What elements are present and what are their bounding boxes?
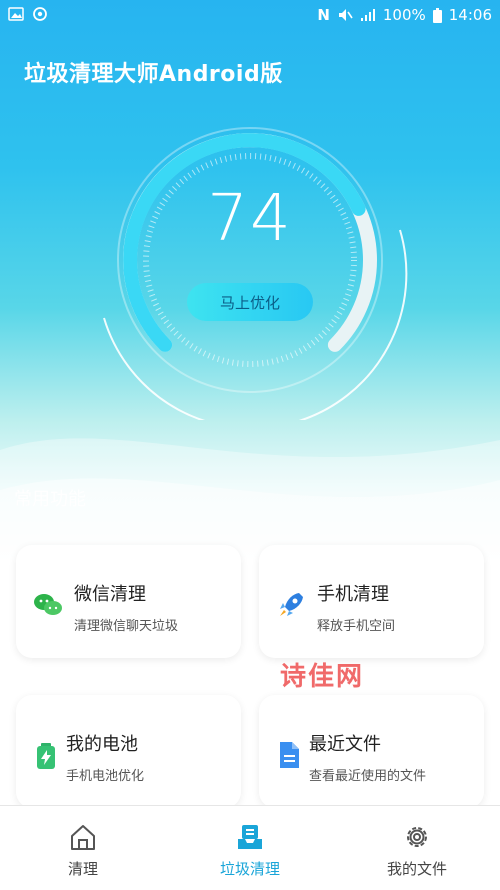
card-title: 手机清理 [317,584,389,605]
tab-my-files[interactable]: 我的文件 [334,806,500,890]
card-subtitle: 手机电池优化 [66,769,145,784]
card-wechat-clean[interactable]: 微信清理 清理微信聊天垃圾 [16,545,241,658]
mute-icon [338,9,353,21]
battery-icon [37,743,55,769]
battery-percent: 100% [382,6,426,24]
card-subtitle: 释放手机空间 [317,619,396,634]
nfc-icon: N [317,6,330,24]
card-phone-clean[interactable]: 手机清理 释放手机空间 [259,545,484,658]
optimize-button[interactable]: 马上优化 [187,283,313,321]
score-gauge [103,127,408,420]
tab-clean[interactable]: 清理 [0,806,166,890]
card-subtitle: 清理微信聊天垃圾 [74,619,179,634]
home-icon [71,825,95,850]
app-title: 垃圾清理大师Android版 [24,62,283,87]
gauge-outer-ring [117,127,383,393]
clock: 14:06 [448,6,492,24]
sync-icon [33,7,47,21]
tab-junk-clean[interactable]: 垃圾清理 [167,806,333,890]
tab-label: 清理 [67,860,98,878]
card-title: 最近文件 [309,734,381,755]
tab-label: 垃圾清理 [219,860,280,878]
signal-icon [360,9,375,21]
battery-status-icon [432,7,442,23]
card-subtitle: 查看最近使用的文件 [309,769,427,784]
score-value: 74 [207,182,293,256]
tab-label: 我的文件 [386,860,447,878]
watermark: 诗佳网 [280,662,365,692]
card-title: 我的电池 [66,734,138,755]
gear-icon [407,827,427,847]
wechat-icon [34,594,62,615]
file-icon [280,742,299,768]
status-bar: N 100% 14:06 [0,0,500,32]
rocket-icon [280,593,303,616]
image-icon [8,7,24,21]
card-my-battery[interactable]: 我的电池 手机电池优化 [16,695,241,808]
trash-tray-icon [238,825,262,849]
section-title: 常用功能 [14,489,86,510]
card-recent-files[interactable]: 最近文件 查看最近使用的文件 [259,695,484,808]
bottom-tab-bar: 清理 垃圾清理 我的文件 [0,805,500,890]
card-title: 微信清理 [74,584,146,605]
